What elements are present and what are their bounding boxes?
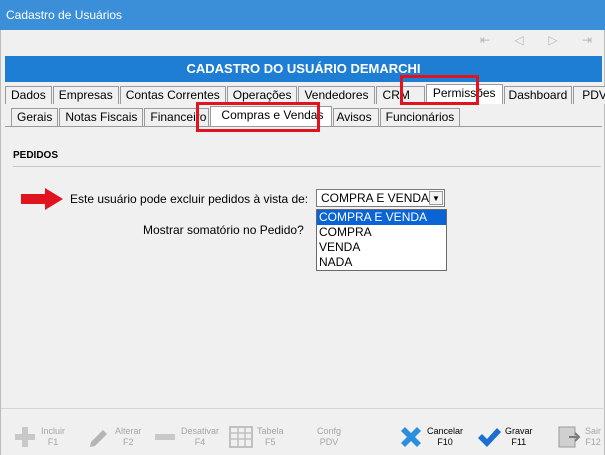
sair-label: Sair (585, 426, 602, 436)
pencil-icon (85, 423, 113, 451)
tab-pdv[interactable]: PDV (573, 86, 605, 104)
gravar-label: Gravar (505, 426, 533, 436)
last-record-icon[interactable]: ⇥ (579, 32, 595, 48)
highlight-compras-e-vendas (196, 102, 320, 132)
alterar-key: F2 (123, 437, 134, 447)
section-title: PEDIDOS (13, 150, 59, 161)
record-navigator: ⇤ ◁ ▷ ⇥ (471, 32, 601, 52)
cancelar-key: F10 (437, 437, 453, 447)
tab-gerais[interactable]: Gerais (11, 108, 59, 126)
close-icon (397, 423, 425, 451)
footer-divider (1, 408, 605, 409)
section-divider (13, 166, 601, 167)
dropdown-option-nada[interactable]: NADA (317, 255, 446, 270)
plus-icon (11, 423, 39, 451)
gravar-key: F11 (511, 437, 527, 447)
desativar-label: Desativar (181, 426, 220, 436)
confg-label: Confg (317, 426, 342, 436)
cancelar-button[interactable]: Cancelar F10 (397, 420, 463, 454)
tab-empresas[interactable]: Empresas (52, 86, 119, 104)
sair-key: F12 (585, 437, 601, 447)
first-record-icon[interactable]: ⇤ (477, 32, 493, 48)
tab-notas-fiscais[interactable]: Notas Fiscais (59, 108, 144, 126)
checkmark-icon (475, 423, 503, 451)
dropdown-option-compra-e-venda[interactable]: COMPRA E VENDA (317, 210, 446, 225)
somatorio-label: Mostrar somatório no Pedido? (143, 223, 304, 237)
chevron-down-icon[interactable]: ▼ (429, 191, 443, 205)
footer-toolbar: Incluir F1 Alterar F2 Desativar F4 Tabela F5… (1, 420, 605, 454)
window-title: Cadastro de Usuários (0, 0, 605, 30)
minus-icon (151, 423, 179, 451)
highlight-permissoes (400, 75, 479, 105)
excluir-pedidos-dropdown: COMPRA E VENDA COMPRA VENDA NADA (316, 209, 447, 271)
tab-avisos[interactable]: Avisos (333, 108, 379, 126)
desativar-button[interactable]: Desativar F4 (151, 420, 219, 454)
alterar-button[interactable]: Alterar F2 (85, 420, 142, 454)
main-window: ⇤ ◁ ▷ ⇥ CADASTRO DO USUÁRIO DEMARCHI Dad… (0, 30, 605, 455)
previous-record-icon[interactable]: ◁ (511, 32, 527, 48)
incluir-label: Incluir (41, 426, 66, 436)
incluir-key: F1 (47, 437, 59, 447)
confg-key: PDV (319, 437, 339, 447)
dropdown-option-venda[interactable]: VENDA (317, 240, 446, 255)
alterar-label: Alterar (115, 426, 142, 436)
cancelar-label: Cancelar (427, 426, 464, 436)
red-arrow-icon (21, 188, 63, 210)
sair-button[interactable]: Sair F12 (555, 420, 601, 454)
exit-icon (555, 423, 583, 451)
excluir-pedidos-value: COMPRA E VENDA (321, 191, 430, 205)
tabela-label: Tabela (257, 426, 284, 436)
dropdown-option-compra[interactable]: COMPRA (317, 225, 446, 240)
tab-funcionarios[interactable]: Funcionários (379, 108, 461, 126)
gravar-button[interactable]: Gravar F11 (475, 420, 533, 454)
page-title: CADASTRO DO USUÁRIO DEMARCHI (5, 56, 602, 82)
desativar-key: F4 (194, 437, 206, 447)
incluir-button[interactable]: Incluir F1 (11, 420, 65, 454)
excluir-pedidos-select[interactable]: COMPRA E VENDA ▼ (316, 189, 445, 207)
confg-pdv-button[interactable]: Confg PDV (315, 420, 341, 454)
tab-dados[interactable]: Dados (5, 86, 52, 104)
next-record-icon[interactable]: ▷ (545, 32, 561, 48)
tabela-key: F5 (265, 437, 276, 447)
table-icon (227, 423, 255, 451)
tab-dashboard[interactable]: Dashboard (503, 86, 573, 104)
excluir-pedidos-label: Este usuário pode excluir pedidos à vist… (70, 192, 309, 206)
tabela-button[interactable]: Tabela F5 (227, 420, 284, 454)
